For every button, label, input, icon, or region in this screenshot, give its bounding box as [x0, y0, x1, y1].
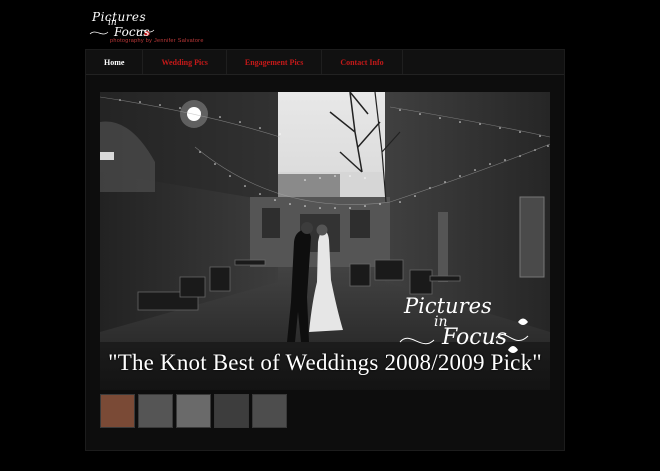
logo-line-1: Pictures	[92, 10, 147, 24]
main-navigation: Home Wedding Pics Engagement Pics Contac…	[86, 50, 564, 75]
slideshow-photo[interactable]: Pictures in Focus "The Knot Best of Wedd…	[100, 92, 550, 390]
thumbnail-5[interactable]	[252, 394, 287, 428]
logo-tagline: photography by Jennifer Salvatore	[110, 38, 204, 44]
content-frame: Home Wedding Pics Engagement Pics Contac…	[85, 49, 565, 451]
nav-home[interactable]: Home	[86, 50, 144, 74]
thumbnail-strip	[100, 394, 287, 428]
nav-engagement-pics[interactable]: Engagement Pics	[227, 50, 323, 74]
thumbnail-4[interactable]	[214, 394, 249, 428]
nav-contact-info[interactable]: Contact Info	[322, 50, 403, 74]
slideshow-caption: "The Knot Best of Weddings 2008/2009 Pic…	[108, 350, 542, 375]
thumbnail-2[interactable]	[138, 394, 173, 428]
logo-line-3: Focus	[114, 25, 150, 39]
watermark-line-1: Pictures	[404, 294, 492, 318]
site-logo[interactable]: Pictures in Focus photography by Jennife…	[88, 10, 206, 46]
nav-wedding-pics[interactable]: Wedding Pics	[143, 50, 227, 74]
thumbnail-3[interactable]	[176, 394, 211, 428]
watermark-line-3: Focus	[442, 325, 508, 350]
thumbnail-1[interactable]	[100, 394, 135, 428]
